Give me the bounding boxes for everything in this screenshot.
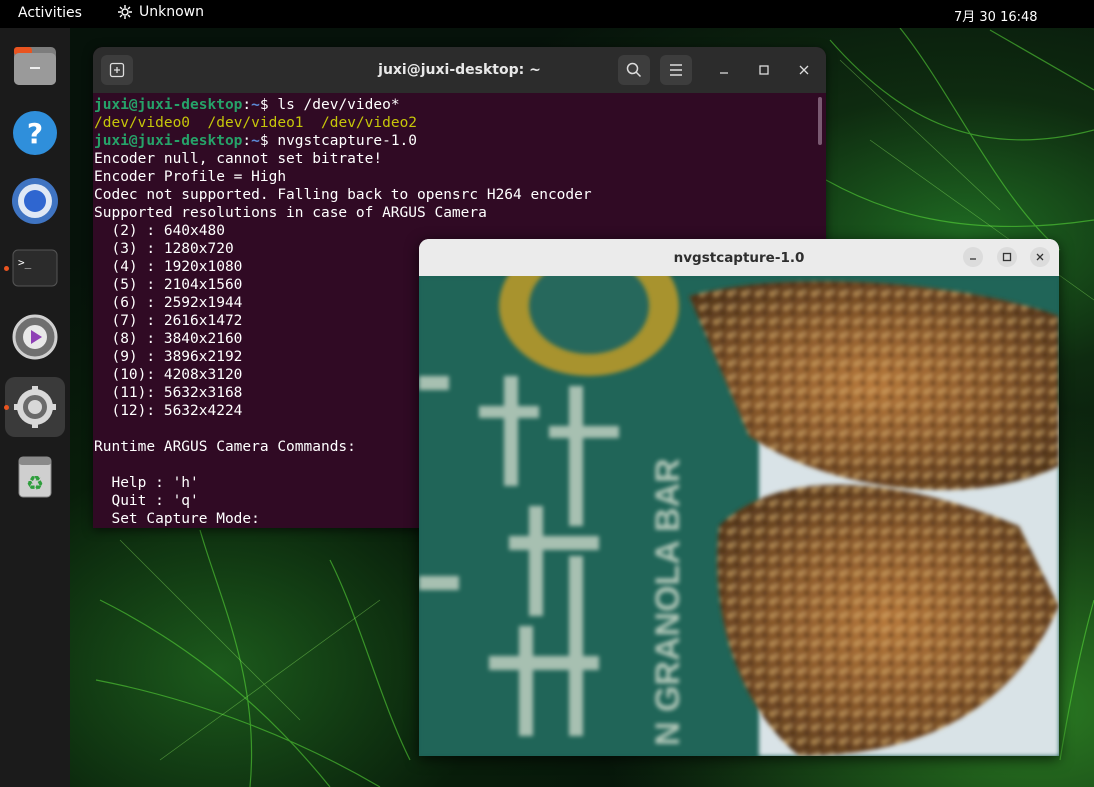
maximize-button[interactable] bbox=[753, 59, 775, 81]
dock-item-trash[interactable]: ♻ bbox=[5, 446, 65, 506]
prompt-path: ~ bbox=[251, 97, 260, 113]
minimize-icon bbox=[970, 258, 976, 260]
running-indicator bbox=[4, 405, 9, 410]
terminal-line: Supported resolutions in case of ARGUS C… bbox=[94, 205, 487, 221]
running-indicator bbox=[4, 266, 9, 271]
search-icon bbox=[626, 62, 642, 78]
command-text: $ nvgstcapture-1.0 bbox=[259, 133, 418, 149]
maximize-button[interactable] bbox=[997, 247, 1017, 267]
trash-icon: ♻ bbox=[18, 456, 52, 498]
prompt-user: juxi@juxi-desktop bbox=[94, 97, 243, 113]
gear-icon bbox=[14, 386, 56, 428]
terminal-scrollbar[interactable] bbox=[818, 97, 822, 145]
close-button[interactable] bbox=[793, 59, 815, 81]
terminal-line: juxi@juxi-desktop:~$ nvgstcapture-1.0 bbox=[94, 133, 418, 149]
svg-text:>_: >_ bbox=[18, 256, 32, 269]
close-button[interactable] bbox=[1030, 247, 1050, 267]
dock-item-settings[interactable] bbox=[5, 377, 65, 437]
minimize-button[interactable] bbox=[963, 247, 983, 267]
app-menu[interactable]: Unknown bbox=[117, 4, 204, 20]
dock-item-software-settings[interactable] bbox=[5, 307, 65, 367]
close-icon bbox=[799, 65, 809, 75]
terminal-icon: >_ bbox=[12, 249, 58, 287]
svg-text:♻: ♻ bbox=[26, 471, 44, 495]
top-bar: Activities Unknown 7月 30 16:48 bbox=[0, 0, 1094, 28]
dock-item-files[interactable] bbox=[5, 36, 65, 96]
activities-button[interactable]: Activities bbox=[18, 5, 82, 21]
close-icon bbox=[1036, 253, 1044, 261]
software-settings-icon bbox=[12, 314, 58, 360]
dock-item-terminal[interactable]: >_ bbox=[5, 238, 65, 298]
app-icon bbox=[118, 5, 132, 19]
app-name: Unknown bbox=[139, 4, 204, 20]
terminal-line: Encoder null, cannot set bitrate! bbox=[94, 151, 383, 167]
minimize-button[interactable] bbox=[713, 59, 735, 81]
files-icon bbox=[14, 47, 56, 85]
clock[interactable]: 7月 30 16:48 bbox=[954, 6, 1038, 25]
chromium-icon bbox=[12, 178, 58, 224]
dock-item-help[interactable]: ? bbox=[5, 103, 65, 163]
prompt-path: ~ bbox=[251, 133, 260, 149]
device-item: /dev/video2 bbox=[321, 115, 418, 131]
maximize-icon bbox=[1002, 252, 1012, 262]
terminal-line: /dev/video0 /dev/video1 /dev/video2 bbox=[94, 114, 814, 132]
menu-button[interactable] bbox=[660, 55, 692, 85]
terminal-line: Codec not supported. Falling back to ope… bbox=[94, 187, 592, 203]
hamburger-icon bbox=[670, 64, 682, 76]
terminal-line: Encoder Profile = High bbox=[94, 169, 287, 185]
svg-text:?: ? bbox=[27, 117, 43, 150]
command-text: $ ls /dev/video* bbox=[259, 97, 400, 113]
capture-window[interactable]: nvgstcapture-1.0 N GRANOLA BAR bbox=[419, 239, 1059, 756]
terminal-line: juxi@juxi-desktop:~$ ls /dev/video* bbox=[94, 97, 400, 113]
help-icon: ? bbox=[13, 111, 57, 155]
maximize-icon bbox=[759, 65, 769, 75]
terminal-line: (2) : 640x480 bbox=[94, 223, 225, 239]
dock-item-chromium[interactable] bbox=[5, 171, 65, 231]
prompt-user: juxi@juxi-desktop bbox=[94, 133, 243, 149]
minimize-icon bbox=[720, 72, 728, 74]
dock: ? >_ ♻ bbox=[0, 28, 70, 787]
package-text: N GRANOLA BAR bbox=[649, 458, 687, 746]
search-button[interactable] bbox=[618, 55, 650, 85]
device-item: /dev/video1 bbox=[207, 115, 304, 131]
camera-preview: N GRANOLA BAR bbox=[419, 276, 1059, 756]
terminal-header[interactable]: juxi@juxi-desktop: ~ bbox=[93, 47, 826, 93]
device-item: /dev/video0 bbox=[94, 115, 191, 131]
capture-header[interactable]: nvgstcapture-1.0 bbox=[419, 239, 1059, 276]
